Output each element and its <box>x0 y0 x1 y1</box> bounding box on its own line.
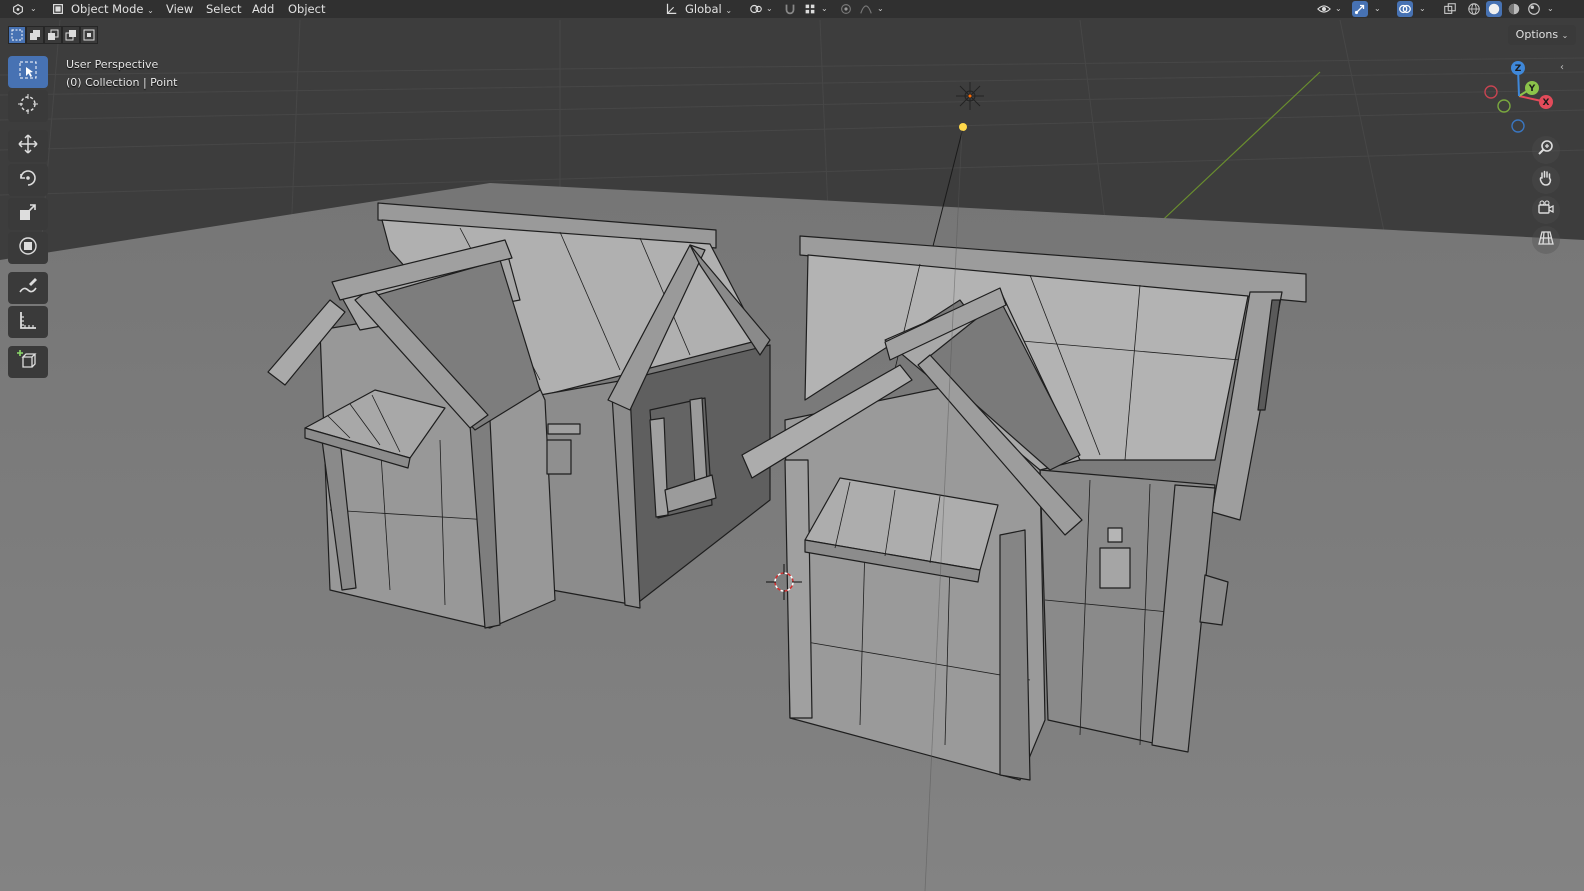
collection-info: (0) Collection | Point <box>66 76 178 89</box>
scale-tool[interactable] <box>8 198 48 230</box>
options-label: Options <box>1515 28 1559 41</box>
falloff-dropdown-arrow[interactable]: ⌄ <box>877 0 884 18</box>
viewport-info: User Perspective (0) Collection | Point <box>66 56 178 92</box>
menu-object[interactable]: Object <box>288 0 325 18</box>
transform-orientation-dropdown[interactable]: Global ⌄ <box>685 0 732 18</box>
snap-dropdown-arrow[interactable]: ⌄ <box>821 0 828 18</box>
add-cube-icon <box>17 349 39 375</box>
select-extend-icon[interactable] <box>26 26 44 44</box>
pan-hand-icon <box>1537 169 1555 191</box>
pivot-point-icon[interactable] <box>748 1 764 17</box>
cursor-tool[interactable] <box>8 90 48 122</box>
transform-icon <box>17 235 39 261</box>
3d-viewport[interactable] <box>0 0 1584 891</box>
select-box-icon <box>17 59 39 85</box>
options-dropdown[interactable]: Options ⌄ <box>1508 25 1576 45</box>
rotate-icon <box>17 167 39 193</box>
annotate-icon <box>17 275 39 301</box>
transform-tool[interactable] <box>8 232 48 264</box>
overlays-dropdown-arrow[interactable]: ⌄ <box>1419 0 1426 18</box>
orientation-label: Global <box>685 2 722 16</box>
shading-wireframe-icon[interactable] <box>1466 1 1482 17</box>
pan-button[interactable] <box>1532 166 1560 194</box>
ortho-toggle-button[interactable] <box>1532 226 1560 254</box>
global-orientation-icon[interactable] <box>663 1 679 17</box>
snap-increment-icon[interactable] <box>802 1 818 17</box>
navigation-gizmo[interactable]: X Y Z <box>1476 56 1562 140</box>
shading-material-icon[interactable] <box>1506 1 1522 17</box>
cursor-icon <box>17 93 39 119</box>
ortho-grid-icon <box>1537 229 1555 251</box>
menu-view[interactable]: View <box>166 0 193 18</box>
select-invert-icon[interactable] <box>62 26 80 44</box>
measure-icon <box>17 309 39 335</box>
neg-z-axis-handle[interactable] <box>1511 119 1525 133</box>
object-mode-icon[interactable] <box>50 1 66 17</box>
gizmo-dropdown-arrow[interactable]: ⌄ <box>1374 0 1381 18</box>
visibility-eye-icon[interactable] <box>1316 1 1332 17</box>
pivot-dropdown-arrow[interactable]: ⌄ <box>766 0 773 18</box>
menu-select[interactable]: Select <box>206 0 241 18</box>
z-axis-label: Z <box>1515 64 1522 74</box>
viewport-header: ⌄ Object Mode ⌄ View Select Add Object G… <box>0 0 1584 18</box>
snap-magnet-icon[interactable] <box>782 1 798 17</box>
sidebar-toggle-arrow[interactable]: ‹ <box>1560 62 1564 73</box>
x-axis-label: X <box>1543 98 1550 108</box>
menu-add[interactable]: Add <box>252 0 274 18</box>
y-axis-label: Y <box>1528 84 1536 94</box>
chevron-down-icon: ⌄ <box>1561 31 1569 40</box>
camera-view-icon <box>1537 199 1555 221</box>
select-mode-bar <box>8 26 98 44</box>
measure-tool[interactable] <box>8 306 48 338</box>
move-icon <box>17 133 39 159</box>
mode-selector[interactable]: Object Mode ⌄ <box>71 0 154 18</box>
mode-label: Object Mode <box>71 2 144 16</box>
blender-window: ⌄ Object Mode ⌄ View Select Add Object G… <box>0 0 1584 891</box>
proportional-edit-icon[interactable] <box>838 1 854 17</box>
shading-dropdown-arrow[interactable]: ⌄ <box>1547 0 1554 18</box>
viewport-icon[interactable] <box>10 1 26 17</box>
zoom-button[interactable] <box>1532 136 1560 164</box>
view-name: User Perspective <box>66 58 159 71</box>
camera-view-button[interactable] <box>1532 196 1560 224</box>
select-box-new-icon[interactable] <box>8 26 26 44</box>
editor-type-dropdown-arrow[interactable]: ⌄ <box>30 0 37 18</box>
select-box-tool[interactable] <box>8 56 48 88</box>
select-subtract-icon[interactable] <box>44 26 62 44</box>
rotate-tool[interactable] <box>8 164 48 196</box>
neg-x-axis-handle[interactable] <box>1484 85 1498 99</box>
visibility-dropdown-arrow[interactable]: ⌄ <box>1335 0 1342 18</box>
falloff-curve-icon[interactable] <box>858 1 874 17</box>
scale-icon <box>17 201 39 227</box>
gizmo-toggle-icon[interactable] <box>1352 1 1368 17</box>
add-cube-tool[interactable] <box>8 346 48 378</box>
annotate-tool[interactable] <box>8 272 48 304</box>
shading-solid-icon[interactable] <box>1486 1 1502 17</box>
chevron-down-icon: ⌄ <box>725 6 733 15</box>
zoom-icon <box>1537 139 1555 161</box>
overlays-icon[interactable] <box>1397 1 1413 17</box>
xray-icon[interactable] <box>1442 1 1458 17</box>
move-tool[interactable] <box>8 130 48 162</box>
select-intersect-icon[interactable] <box>80 26 98 44</box>
neg-y-axis-handle[interactable] <box>1497 99 1511 113</box>
shading-rendered-icon[interactable] <box>1526 1 1542 17</box>
chevron-down-icon: ⌄ <box>147 6 154 15</box>
